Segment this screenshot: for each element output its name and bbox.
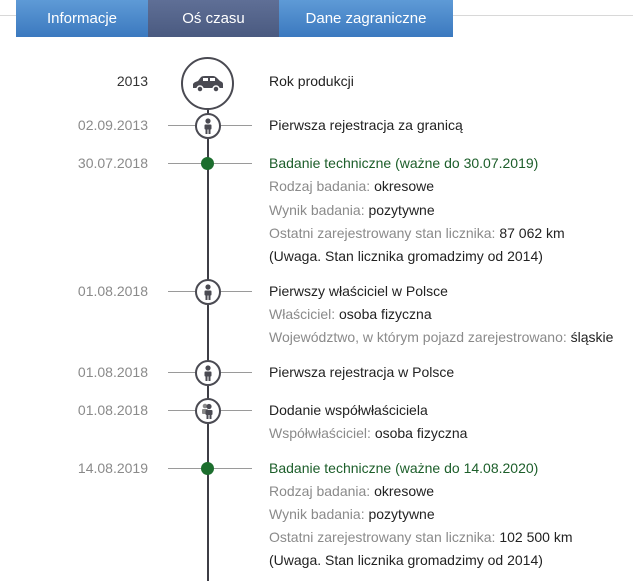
co-owner-icon: [195, 398, 221, 424]
detail-value: 87 062 km: [499, 225, 565, 241]
detail-label: Ostatni zarejestrowany stan licznika:: [269, 529, 500, 545]
detail-label: Rodzaj badania:: [269, 483, 375, 499]
detail-value: pozytywne: [368, 202, 435, 218]
event-detail: Właściciel: osoba fizyczna: [269, 306, 432, 322]
detail-label: Wynik badania:: [269, 506, 369, 522]
detail-value: osoba fizyczna: [339, 306, 432, 322]
detail-value: śląskie: [570, 329, 614, 345]
event-detail: Wynik badania: pozytywne: [269, 506, 435, 522]
event-title: Pierwsza rejestracja za granicą: [269, 117, 463, 133]
event-detail: Ostatni zarejestrowany stan licznika: 87…: [269, 225, 565, 241]
event-title: Badanie techniczne (ważne do 30.07.2019): [269, 155, 539, 171]
event-note: (Uwaga. Stan licznika gromadzimy od 2014…: [269, 248, 543, 264]
event-date: 01.08.2018: [77, 283, 148, 299]
event-detail: Rodzaj badania: okresowe: [269, 483, 434, 499]
event-detail: Województwo, w którym pojazd zarejestrow…: [269, 329, 613, 345]
event-date: 14.08.2019: [77, 460, 148, 476]
event-date: 2013: [116, 73, 148, 89]
event-date: 02.09.2013: [77, 117, 148, 133]
tab-informacje[interactable]: Informacje: [16, 0, 148, 37]
timeline-axis: [207, 108, 209, 581]
tab-os-czasu[interactable]: Oś czasu: [148, 0, 279, 37]
person-icon: [195, 360, 221, 386]
event-date: 01.08.2018: [77, 364, 148, 380]
detail-value: okresowe: [374, 178, 434, 194]
event-detail: Rodzaj badania: okresowe: [269, 178, 434, 194]
event-detail: Współwłaściciel: osoba fizyczna: [269, 425, 467, 441]
event-title: Pierwszy właściciel w Polsce: [269, 283, 448, 299]
event-date: 30.07.2018: [77, 155, 148, 171]
event-title: Pierwsza rejestracja w Polsce: [269, 364, 455, 380]
detail-value: okresowe: [374, 483, 434, 499]
detail-value: osoba fizyczna: [374, 425, 468, 441]
person-icon: [195, 279, 221, 305]
detail-label: Województwo, w którym pojazd zarejestrow…: [269, 329, 571, 345]
event-date: 01.08.2018: [77, 402, 148, 418]
event-title: Rok produkcji: [269, 73, 354, 89]
event-detail: Ostatni zarejestrowany stan licznika: 10…: [269, 529, 573, 545]
detail-label: Współwłaściciel:: [269, 425, 375, 441]
detail-label: Ostatni zarejestrowany stan licznika:: [269, 225, 500, 241]
person-icon: [195, 113, 221, 139]
detail-label: Rodzaj badania:: [269, 178, 375, 194]
tab-dane-zagraniczne[interactable]: Dane zagraniczne: [279, 0, 453, 37]
tab-bar: Informacje Oś czasu Dane zagraniczne: [16, 0, 453, 37]
car-icon: [181, 57, 234, 110]
detail-value: 102 500 km: [499, 529, 573, 545]
detail-value: pozytywne: [368, 506, 435, 522]
event-detail: Wynik badania: pozytywne: [269, 202, 435, 218]
event-note: (Uwaga. Stan licznika gromadzimy od 2014…: [269, 552, 543, 568]
inspection-dot: [201, 462, 214, 475]
detail-label: Wynik badania:: [269, 202, 369, 218]
event-title: Badanie techniczne (ważne do 14.08.2020): [269, 460, 539, 476]
detail-label: Właściciel:: [269, 306, 340, 322]
event-title: Dodanie współwłaściciela: [269, 402, 428, 418]
inspection-dot: [201, 157, 214, 170]
